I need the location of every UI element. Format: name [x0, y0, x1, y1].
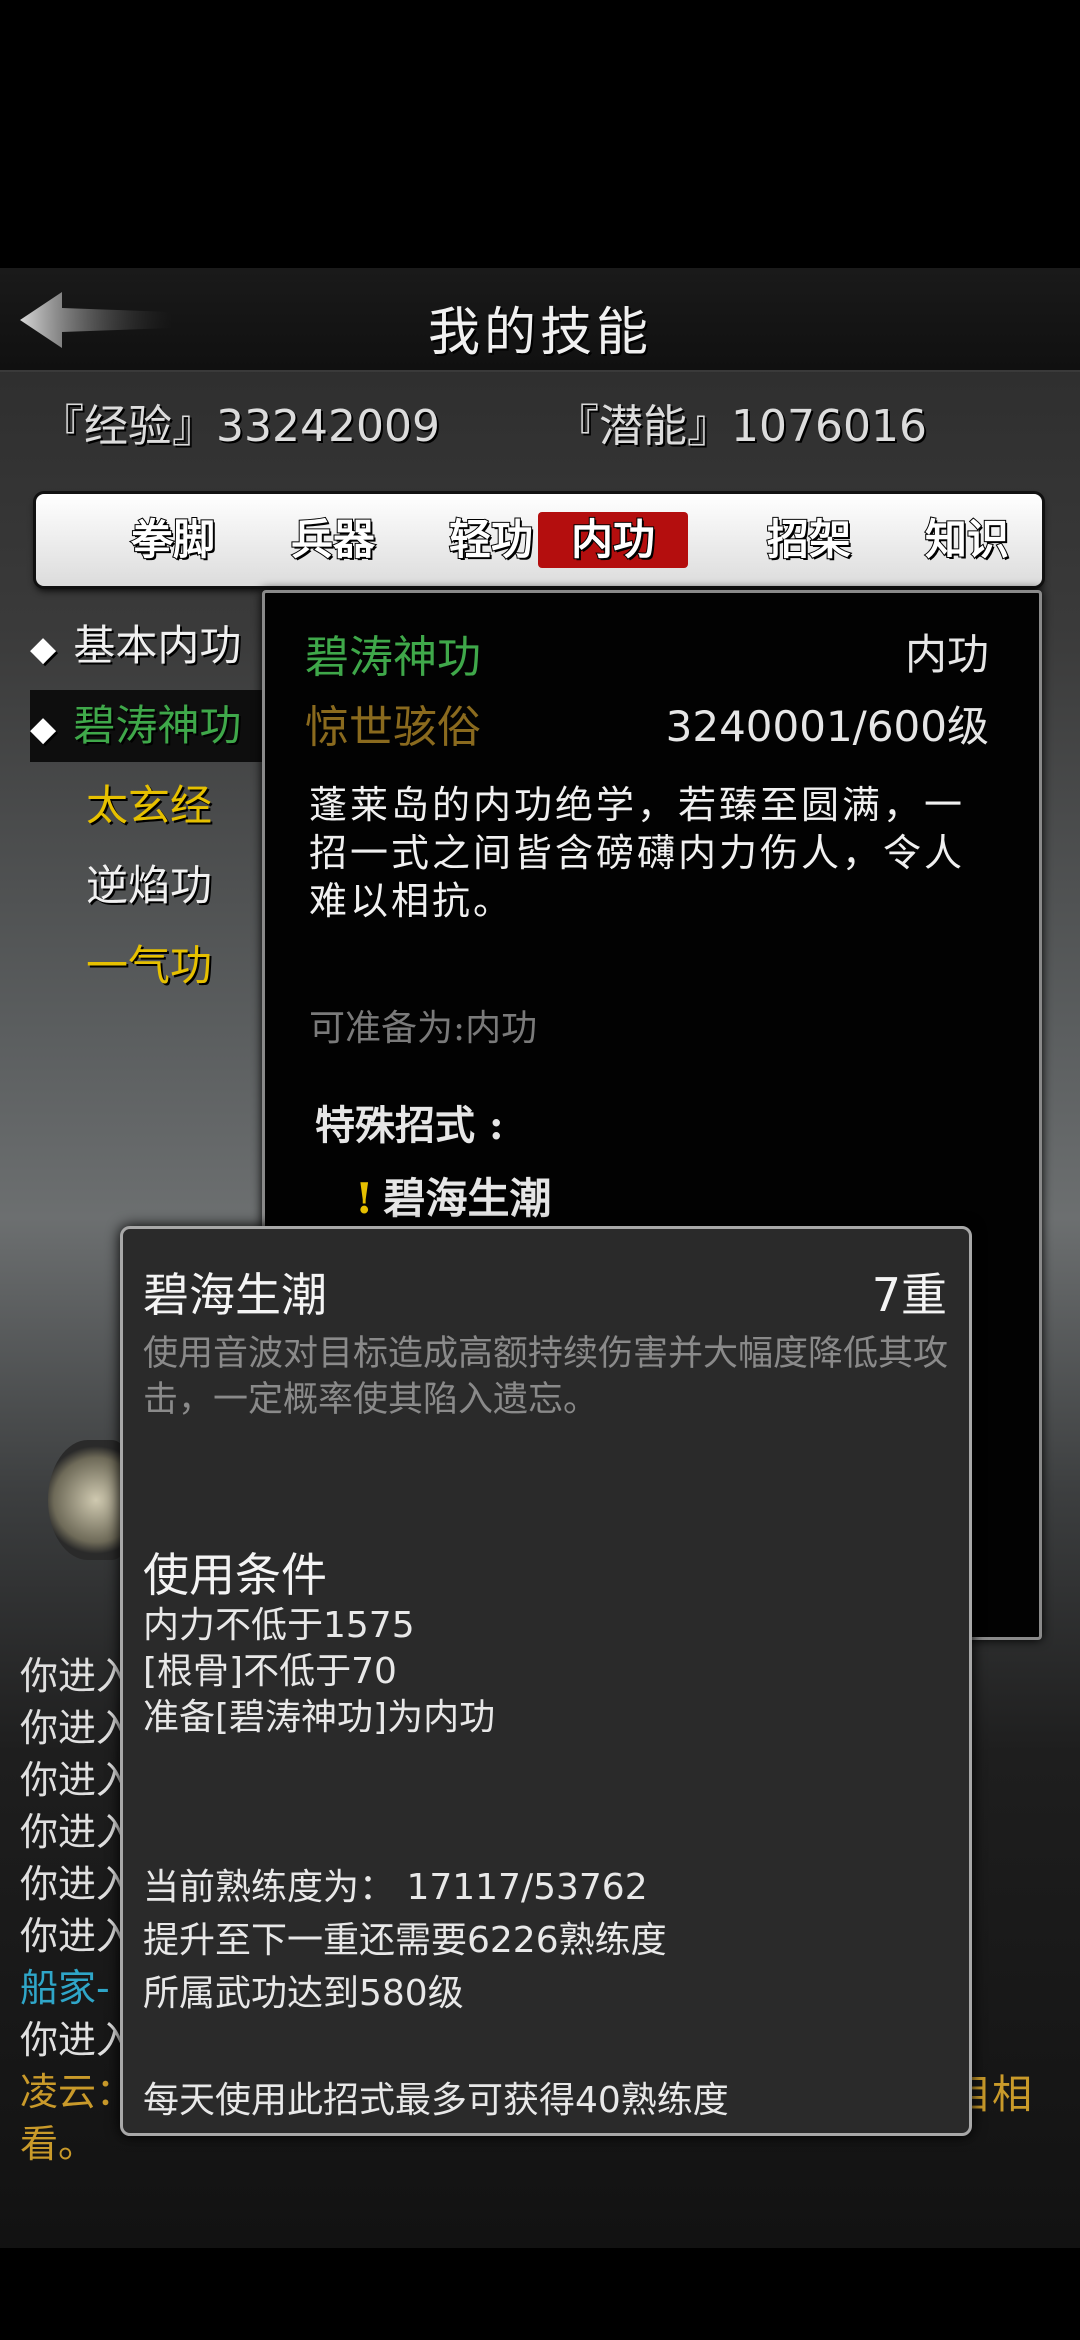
experience-stat: 『经验』33242009 [40, 401, 440, 452]
special-move-label: 碧海生潮 [383, 1174, 552, 1223]
skill-prepare: 可准备为:内功 [309, 1008, 538, 1049]
special-move-item[interactable]: ! 碧海生潮 [355, 1165, 551, 1226]
diamond-icon: ◆ [30, 709, 57, 749]
proficiency-needed: 提升至下一重还需要6226熟练度 [143, 1920, 667, 1961]
tab-internal[interactable]: 内功 [538, 512, 688, 568]
potential-stat: 『潜能』1076016 [555, 401, 927, 452]
condition-item: 内力不低于1575 [143, 1605, 415, 1646]
page-title: 我的技能 [427, 303, 652, 363]
special-moves-label: 特殊招式 : [315, 1102, 504, 1149]
move-detail-popup: 碧海生潮 7重 使用音波对目标造成高额持续伤害并大幅度降低其攻击，一定概率使其陷… [120, 1226, 972, 2136]
proficiency-current: 当前熟练度为： 17117/53762 [143, 1867, 648, 1908]
emblem-icon [48, 1440, 128, 1560]
skill-item-basic[interactable]: ◆ 基本内功 [30, 610, 280, 682]
move-description: 使用音波对目标造成高额持续伤害并大幅度降低其攻击，一定概率使其陷入遗忘。 [143, 1334, 949, 1420]
tab-parry[interactable]: 招架 [734, 512, 884, 568]
skill-category-tabs: 拳脚 兵器 轻功 内功 招架 知识 [36, 494, 1042, 586]
tab-fist[interactable]: 拳脚 [98, 512, 248, 568]
exclamation-icon: ! [355, 1174, 374, 1223]
skill-item-label: 基本内功 [73, 621, 242, 670]
tab-weapon[interactable]: 兵器 [258, 512, 408, 568]
condition-item: [根骨]不低于70 [143, 1651, 397, 1692]
skill-description: 蓬莱岛的内功绝学，若臻至圆满，一招一式之间皆含磅礴内力伤人，令人难以相抗。 [309, 783, 966, 923]
conditions-title: 使用条件 [143, 1548, 327, 1602]
tab-knowledge[interactable]: 知识 [892, 512, 1042, 568]
move-rank: 7重 [871, 1268, 947, 1322]
required-level: 所属武功达到580级 [143, 1973, 464, 2014]
skill-item-label: 太玄经 [86, 781, 213, 830]
progress-info: 当前熟练度为： 17117/53762 提升至下一重还需要6226熟练度 所属武… [143, 1861, 667, 2020]
skill-item-bitao[interactable]: ◆ 碧涛神功 [30, 690, 280, 762]
top-bar: 我的技能 [0, 268, 1080, 372]
skill-item-label: 逆焰功 [86, 861, 213, 910]
skill-name: 碧涛神功 [305, 632, 481, 683]
daily-limit: 每天使用此招式最多可获得40熟练度 [143, 2080, 729, 2121]
skill-item-label: 一气功 [86, 941, 213, 990]
stats-bar: 『经验』33242009 『潜能』1076016 [0, 390, 1080, 452]
skill-type: 内功 [904, 630, 989, 679]
conditions-list: 内力不低于1575 [根骨]不低于70 准备[碧涛神功]为内功 [143, 1603, 495, 1741]
diamond-icon: ◆ [30, 629, 57, 669]
move-title: 碧海生潮 [143, 1268, 327, 1322]
condition-item: 准备[碧涛神功]为内功 [143, 1697, 496, 1738]
skill-level-name: 惊世骇俗 [305, 702, 481, 753]
skill-item-label: 碧涛神功 [73, 701, 242, 750]
skill-level: 3240001/600级 [665, 702, 989, 751]
